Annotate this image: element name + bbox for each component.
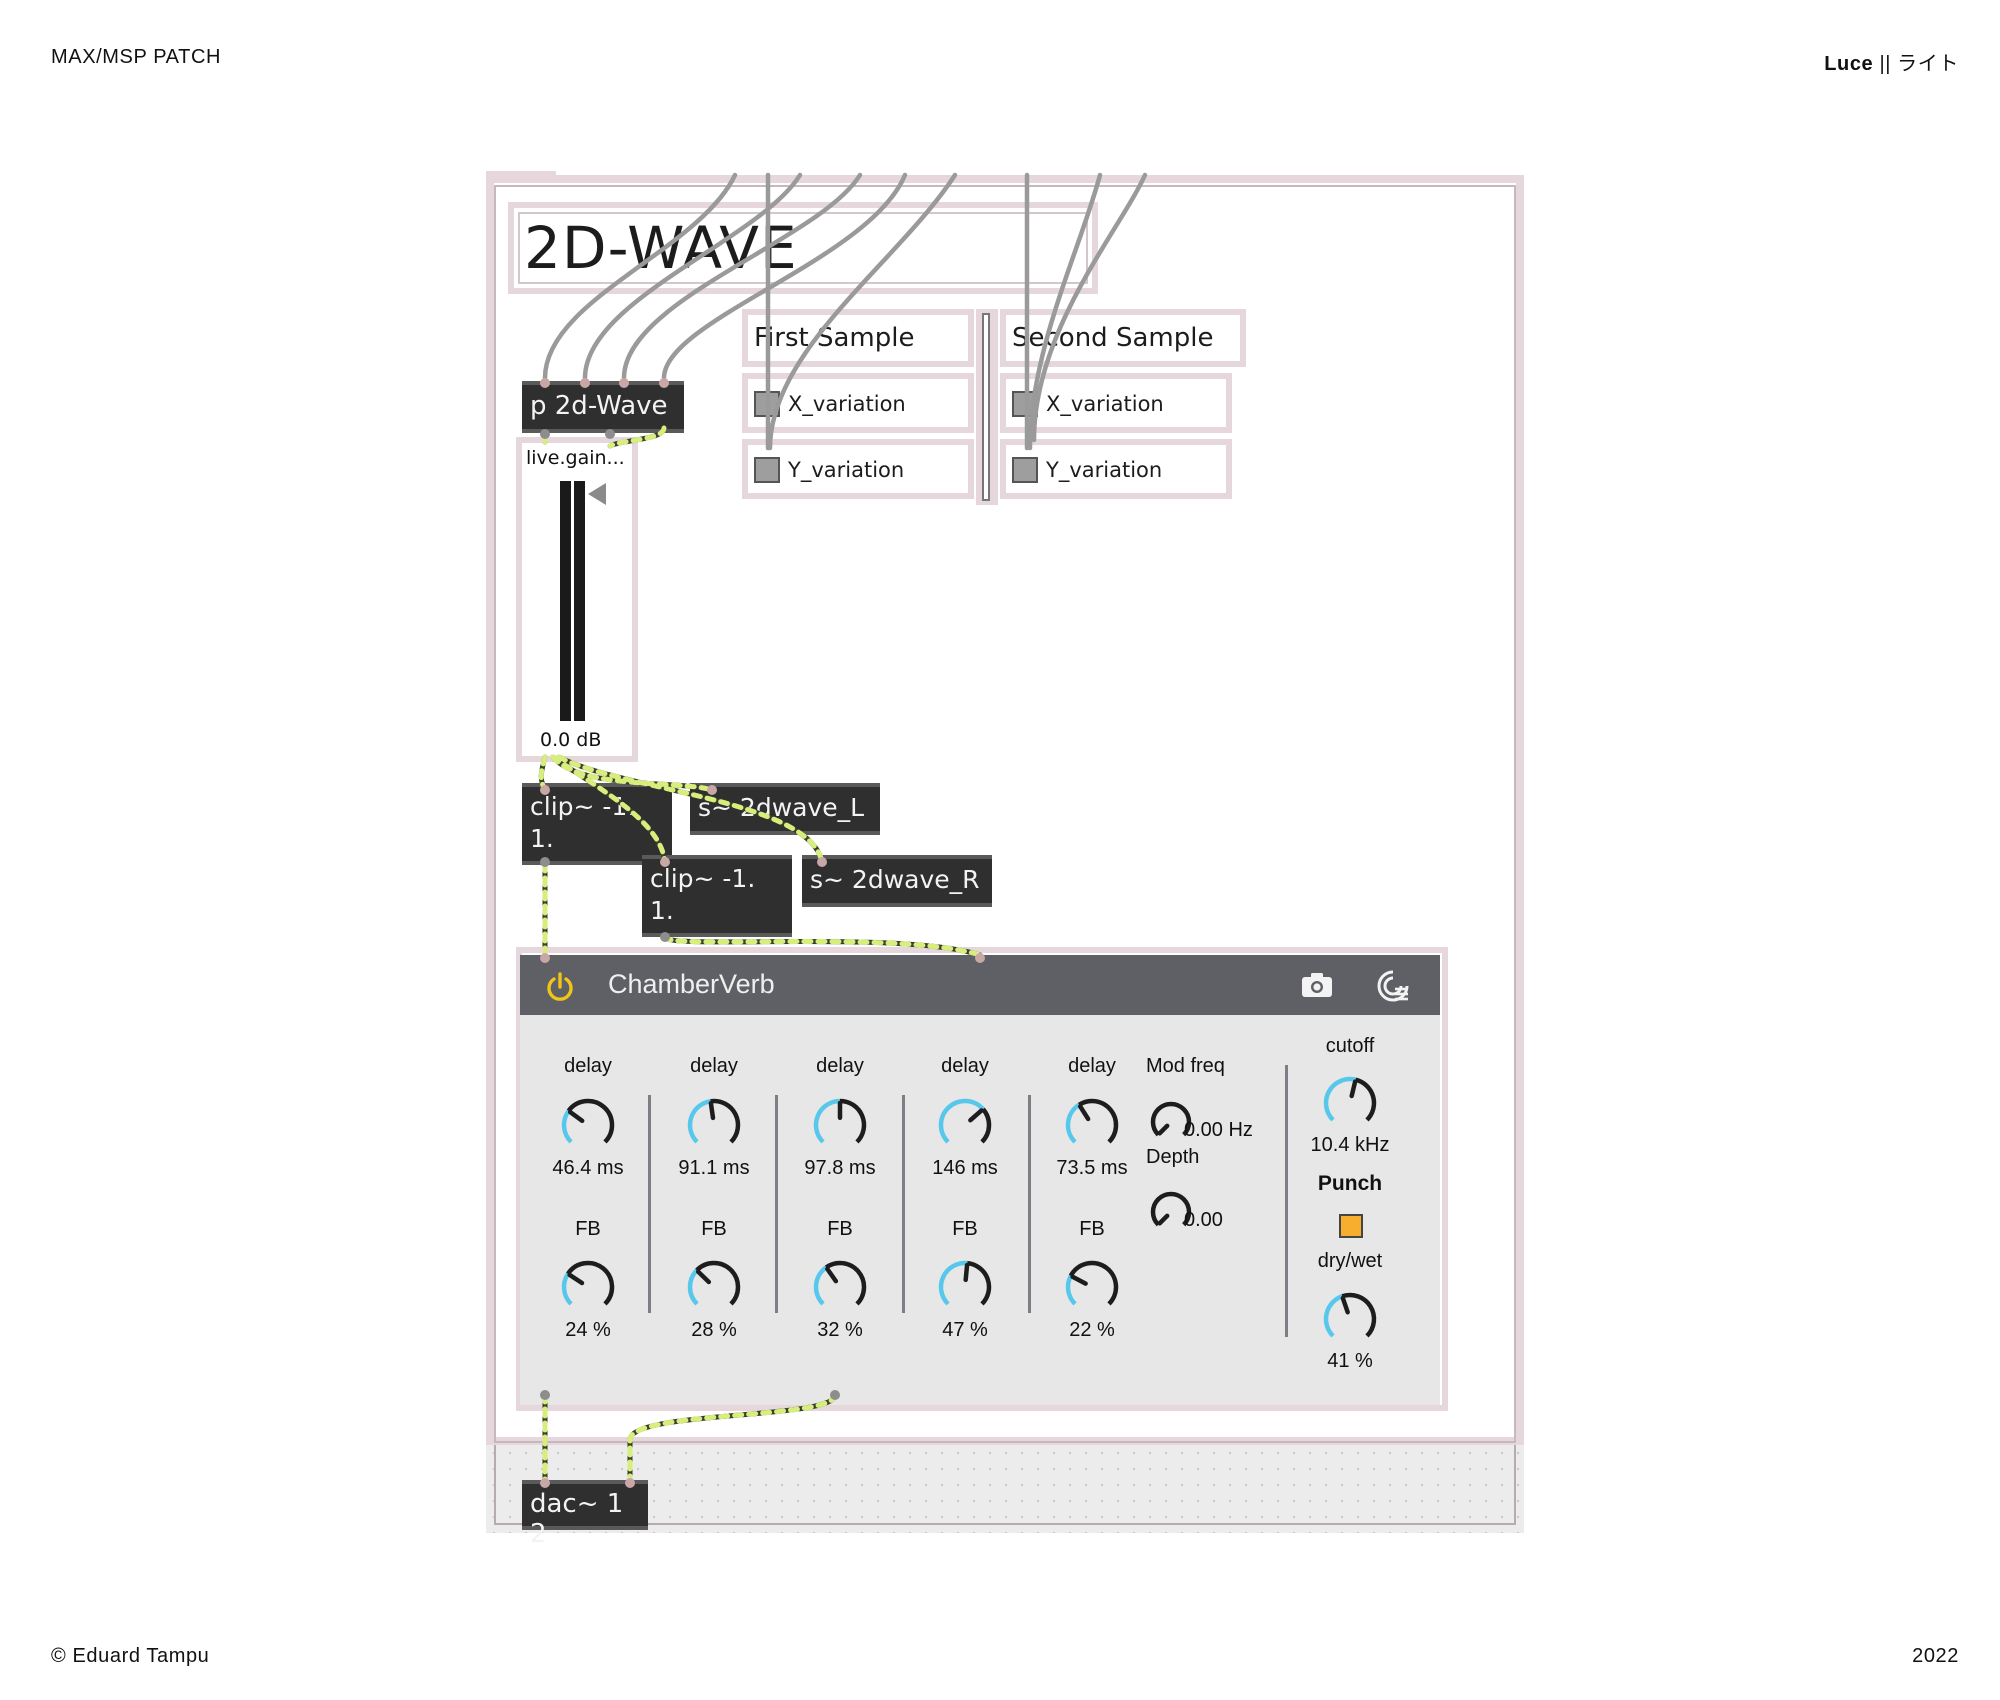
signal-cords xyxy=(538,425,983,1483)
patch-cords-layer xyxy=(538,172,1148,1488)
object-outlets xyxy=(540,429,840,1400)
control-cords xyxy=(542,172,1148,451)
object-inlets xyxy=(540,378,985,1488)
